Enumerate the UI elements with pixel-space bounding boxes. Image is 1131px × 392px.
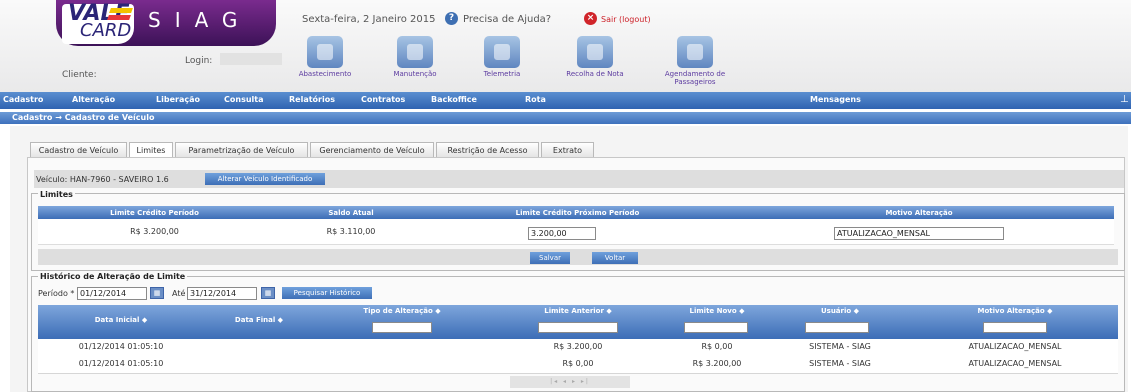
menu-contratos[interactable]: Contratos: [361, 95, 405, 104]
ate-label: Até: [172, 289, 186, 298]
fuel-pump-icon: [307, 36, 343, 68]
col-limite-proximo: Limite Crédito Próximo Período: [515, 209, 640, 217]
help-link[interactable]: Precisa de Ajuda?: [463, 14, 551, 25]
col-data-final[interactable]: Data Final ◆: [204, 316, 314, 324]
search-history-button[interactable]: Pesquisar Histórico: [282, 287, 372, 299]
breadcrumb: Cadastro → Cadastro de Veículo: [12, 113, 155, 122]
date-to-input[interactable]: 31/12/2014: [187, 287, 257, 300]
module-label: Agendamento de Passageiros: [664, 70, 726, 86]
filter-limite-novo-input[interactable]: [684, 322, 748, 333]
calendar-icon[interactable]: ▦: [150, 287, 164, 299]
cell-limite-novo: R$ 3.200,00: [692, 359, 742, 368]
menu-backoffice[interactable]: Backoffice: [431, 95, 477, 104]
breadcrumb-bar: [0, 112, 1131, 124]
logout-link[interactable]: Sair (logout): [601, 15, 651, 24]
module-label: Recolha de Nota: [566, 70, 624, 78]
menu-relatorios[interactable]: Relatórios: [289, 95, 335, 104]
logo-stripe-yellow: [109, 8, 133, 13]
menu-alteracao[interactable]: Alteração: [72, 95, 115, 104]
limite-periodo-value: R$ 3.200,00: [130, 227, 179, 236]
filter-usuario-input[interactable]: [805, 322, 869, 333]
login-label: Login:: [185, 56, 213, 66]
cell-usuario: SISTEMA - SIAG: [809, 359, 871, 368]
tab-restricao-acesso[interactable]: Restrição de Acesso: [436, 142, 539, 158]
bus-icon: [677, 36, 713, 68]
tab-cadastro-veiculo[interactable]: Cadastro de Veículo: [30, 142, 127, 158]
col-limite-periodo: Limite Crédito Período: [110, 209, 199, 217]
saldo-atual-value: R$ 3.110,00: [326, 227, 376, 236]
vehicle-label: Veículo: HAN-7960 - SAVEIRO 1.6: [36, 175, 169, 184]
wrench-icon: [397, 36, 433, 68]
system-name: SIAG: [148, 8, 252, 32]
menu-cadastro[interactable]: Cadastro: [3, 95, 43, 104]
col-label: Limite Novo: [689, 307, 737, 315]
motivo-input[interactable]: ATUALIZACAO_MENSAL: [834, 227, 1004, 240]
tab-parametrizacao[interactable]: Parametrização de Veículo: [175, 142, 308, 158]
save-button[interactable]: Salvar: [530, 252, 570, 264]
module-recolha[interactable]: Recolha de Nota: [555, 36, 635, 78]
tab-extrato[interactable]: Extrato: [541, 142, 594, 158]
change-vehicle-button[interactable]: Alterar Veículo Identificado: [205, 173, 325, 185]
calendar-icon[interactable]: ▦: [261, 287, 275, 299]
tab-limites[interactable]: Limites: [129, 142, 173, 158]
cell-motivo: ATUALIZACAO_MENSAL: [968, 359, 1062, 368]
hand-card-icon: [577, 36, 613, 68]
col-saldo-atual: Saldo Atual: [328, 209, 374, 217]
menu-consulta[interactable]: Consulta: [224, 95, 263, 104]
menu-mensagens[interactable]: Mensagens: [810, 95, 861, 104]
pin-icon[interactable]: ⊥: [1120, 94, 1129, 105]
col-label: Tipo de Alteração: [363, 307, 433, 315]
vehicle-row: [34, 170, 1124, 188]
filter-motivo-input[interactable]: [983, 322, 1047, 333]
col-limite-anterior[interactable]: Limite Anterior ◆: [490, 307, 666, 315]
limits-actions-bar: [38, 249, 1118, 265]
menu-rota[interactable]: Rota: [525, 95, 546, 104]
module-label: Manutenção: [393, 70, 437, 78]
periodo-label: Período *: [38, 289, 75, 298]
cliente-label: Cliente:: [62, 70, 97, 80]
cell-limite-anterior: R$ 0,00: [562, 359, 594, 368]
logout-icon[interactable]: ×: [584, 12, 597, 25]
limite-proximo-input[interactable]: 3.200,00: [528, 227, 596, 240]
menu-liberacao[interactable]: Liberação: [156, 95, 200, 104]
help-icon[interactable]: ?: [445, 12, 458, 25]
date-from-input[interactable]: 01/12/2014: [77, 287, 147, 300]
logo-card: CARD: [80, 20, 132, 41]
signal-icon: [484, 36, 520, 68]
module-manutencao[interactable]: Manutenção: [375, 36, 455, 78]
tab-gerenciamento[interactable]: Gerenciamento de Veículo: [310, 142, 434, 158]
filter-limite-anterior-input[interactable]: [538, 322, 618, 333]
module-label: Telemetria: [483, 70, 521, 78]
module-telemetria[interactable]: Telemetria: [462, 36, 542, 78]
login-value: [220, 53, 282, 65]
col-label: Motivo Alteração: [977, 307, 1045, 315]
col-motivo: Motivo Alteração: [885, 209, 953, 217]
current-date: Sexta-feira, 2 Janeiro 2015: [302, 14, 436, 25]
col-tipo-alteracao[interactable]: Tipo de Alteração ◆: [314, 307, 490, 315]
table-pager[interactable]: |◂ ◂ ▸ ▸|: [510, 376, 630, 388]
col-label: Limite Anterior: [544, 307, 604, 315]
module-abastecimento[interactable]: Abastecimento: [285, 36, 365, 78]
col-motivo-alteracao[interactable]: Motivo Alteração ◆: [912, 307, 1118, 315]
col-limite-novo[interactable]: Limite Novo ◆: [666, 307, 768, 315]
col-usuario[interactable]: Usuário ◆: [768, 307, 912, 315]
col-data-inicial[interactable]: Data Inicial ◆: [38, 316, 204, 324]
cell-data-inicial: 01/12/2014 01:05:10: [78, 359, 164, 368]
limits-legend: Limites: [38, 190, 75, 199]
back-button[interactable]: Voltar: [592, 252, 638, 264]
module-agendamento[interactable]: Agendamento de Passageiros: [652, 36, 738, 86]
filter-tipo-input[interactable]: [372, 322, 432, 333]
module-label: Abastecimento: [298, 70, 352, 78]
col-label: Data Final: [234, 316, 276, 324]
history-legend: Histórico de Alteração de Limite: [38, 272, 188, 281]
col-label: Usuário: [820, 307, 852, 315]
col-label: Data Inicial: [94, 316, 140, 324]
